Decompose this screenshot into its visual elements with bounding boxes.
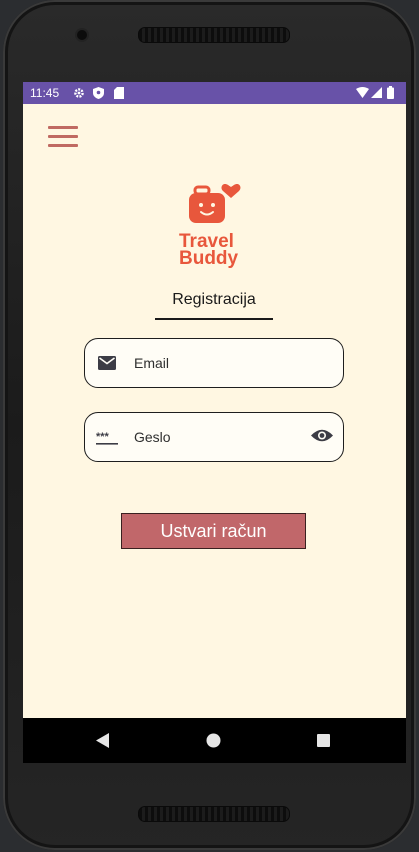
nav-home-icon[interactable]: [206, 733, 221, 748]
suitcase-logo-icon: [189, 184, 241, 223]
logo-text: Travel Buddy: [179, 232, 259, 269]
signal-icon: [371, 87, 382, 98]
shield-icon: [93, 87, 104, 99]
battery-icon: [387, 86, 394, 99]
password-input[interactable]: [132, 423, 306, 451]
top-speaker: [138, 27, 290, 43]
logo-line-2: Buddy: [179, 248, 239, 269]
nav-back-icon[interactable]: [96, 733, 109, 748]
svg-text:***: ***: [96, 431, 110, 443]
status-bar: 11:45: [23, 82, 406, 104]
sim-card-icon: [114, 87, 124, 99]
tab-registracija[interactable]: Registracija: [155, 290, 273, 320]
menu-button[interactable]: [48, 126, 78, 150]
navigation-bar: [23, 718, 406, 763]
settings-gear-icon: [74, 88, 84, 98]
show-password-eye-icon[interactable]: [311, 428, 333, 443]
menu-line: [48, 135, 78, 138]
mail-icon: [98, 356, 116, 370]
password-field[interactable]: ***: [84, 412, 344, 462]
password-icon: ***: [96, 431, 118, 445]
nav-recents-icon[interactable]: [317, 734, 330, 747]
email-input[interactable]: [132, 349, 306, 377]
email-field[interactable]: [84, 338, 344, 388]
wifi-icon: [356, 87, 369, 98]
bottom-speaker: [138, 806, 290, 822]
front-camera: [77, 30, 87, 40]
screen: 11:45 Travel Buddy Registracija Email **…: [23, 82, 406, 763]
create-account-button[interactable]: Ustvari račun: [121, 513, 306, 549]
menu-line: [48, 144, 78, 147]
menu-line: [48, 126, 78, 129]
status-time: 11:45: [30, 86, 60, 100]
phone-frame: 11:45 Travel Buddy Registracija Email **…: [3, 0, 416, 850]
